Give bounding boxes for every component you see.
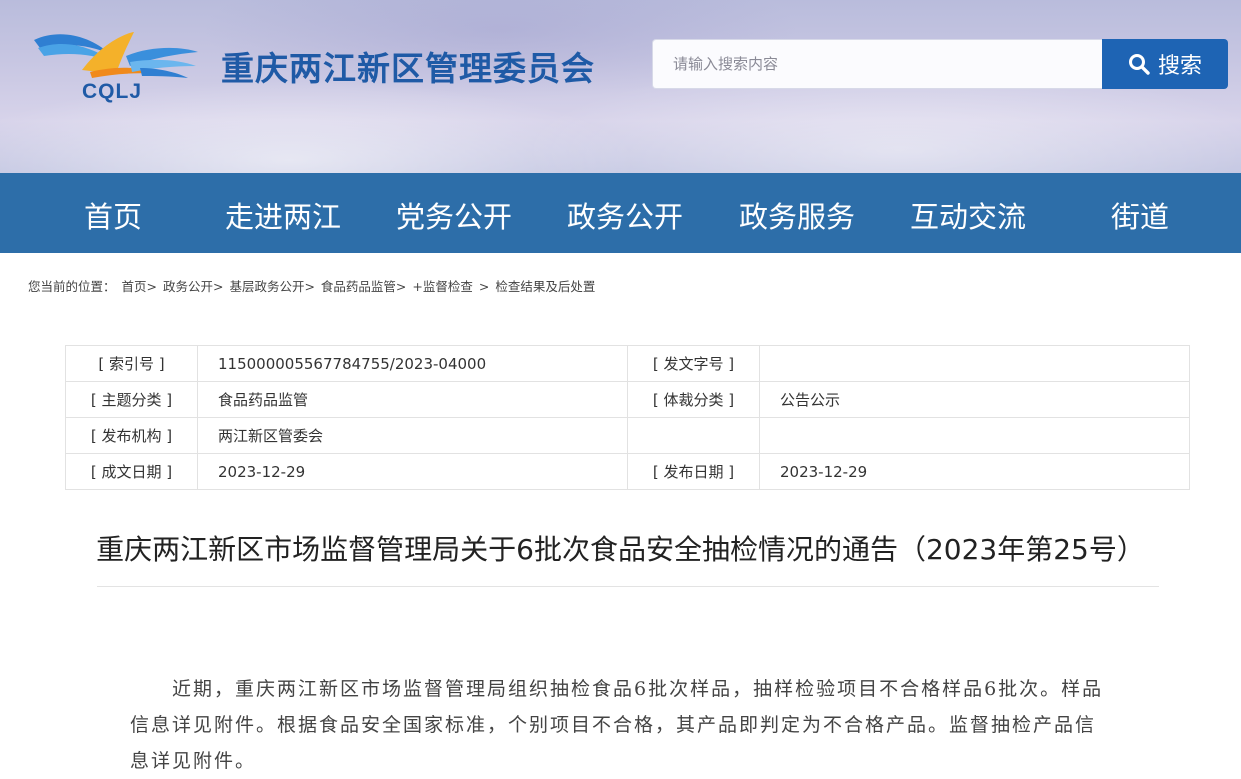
document-meta-table: [ 索引号 ] 115000005567784755/2023-04000 [ …: [65, 345, 1190, 490]
nav-item-party-affairs[interactable]: 党务公开: [396, 194, 512, 236]
nav-item-about[interactable]: 走进两江: [225, 194, 341, 236]
meta-key: [627, 417, 760, 454]
meta-key: [ 发文字号 ]: [627, 345, 760, 382]
meta-value: 2023-12-29: [759, 453, 1190, 490]
logo-text: CQLJ: [82, 80, 143, 103]
breadcrumb-separator: >: [478, 279, 490, 294]
breadcrumb-link[interactable]: +监督检查: [412, 279, 472, 294]
breadcrumb-link[interactable]: 食品药品监管>: [321, 279, 406, 294]
site-title[interactable]: 重庆两江新区管理委员会: [221, 42, 595, 90]
nav-item-government-affairs[interactable]: 政务公开: [567, 194, 683, 236]
table-row: [ 主题分类 ] 食品药品监管 [ 体裁分类 ] 公告公示: [65, 381, 1190, 418]
meta-value: 115000005567784755/2023-04000: [197, 345, 628, 382]
meta-key: [ 发布日期 ]: [627, 453, 760, 490]
nav-item-home[interactable]: 首页: [84, 194, 142, 236]
search-button-label: 搜索: [1157, 54, 1202, 79]
meta-value: 食品药品监管: [197, 381, 628, 418]
meta-value: [759, 417, 1190, 454]
meta-key: [ 发布机构 ]: [65, 417, 198, 454]
article-paragraph: 近期，重庆两江新区市场监督管理局组织抽检食品6批次样品，抽样检验项目不合格样品6…: [130, 678, 1104, 772]
breadcrumb-link[interactable]: 检查结果及后处置: [495, 279, 595, 294]
table-row: [ 成文日期 ] 2023-12-29 [ 发布日期 ] 2023-12-29: [65, 453, 1190, 490]
search-icon: [1128, 54, 1150, 75]
nav-item-government-services[interactable]: 政务服务: [739, 194, 855, 236]
breadcrumb-link[interactable]: 首页>: [122, 279, 157, 294]
breadcrumb: 您当前的位置： 首页> 政务公开> 基层政务公开> 食品药品监管> +监督检查 …: [28, 276, 597, 295]
meta-value: 公告公示: [759, 381, 1190, 418]
title-divider: [97, 586, 1159, 587]
meta-value: [759, 345, 1190, 382]
site-header: CQLJ 重庆两江新区管理委员会 搜索: [0, 0, 1241, 173]
breadcrumb-link[interactable]: 基层政务公开>: [229, 279, 314, 294]
table-row: [ 发布机构 ] 两江新区管委会: [65, 417, 1190, 454]
meta-key: [ 索引号 ]: [65, 345, 198, 382]
meta-value: 两江新区管委会: [197, 417, 628, 454]
nav-item-interaction[interactable]: 互动交流: [910, 194, 1026, 236]
search-input[interactable]: [652, 39, 1103, 89]
table-row: [ 索引号 ] 115000005567784755/2023-04000 [ …: [65, 345, 1190, 382]
breadcrumb-link[interactable]: 政务公开>: [163, 279, 223, 294]
meta-key: [ 成文日期 ]: [65, 453, 198, 490]
main-nav: 首页 走进两江 党务公开 政务公开 政务服务 互动交流 街道: [0, 173, 1241, 253]
article-title: 重庆两江新区市场监督管理局关于6批次食品安全抽检情况的通告（2023年第25号）: [96, 533, 1145, 566]
search-button[interactable]: 搜索: [1102, 39, 1228, 89]
meta-value: 2023-12-29: [197, 453, 628, 490]
nav-item-streets[interactable]: 街道: [1111, 194, 1169, 236]
breadcrumb-prefix: 您当前的位置：: [28, 279, 116, 294]
meta-key: [ 主题分类 ]: [65, 381, 198, 418]
meta-key: [ 体裁分类 ]: [627, 381, 760, 418]
